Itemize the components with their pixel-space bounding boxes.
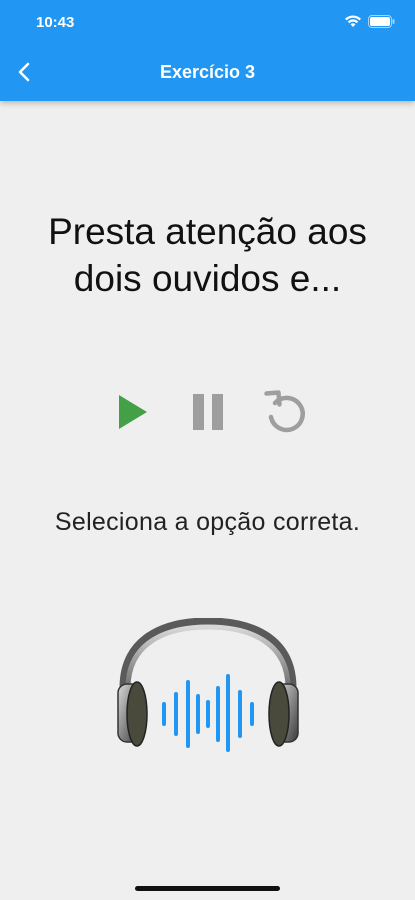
home-indicator[interactable]: [135, 886, 280, 891]
replay-button[interactable]: [262, 384, 312, 440]
sound-wave: [162, 674, 254, 752]
play-icon: [119, 395, 147, 429]
replay-icon: [264, 390, 305, 433]
page-title: Exercício 3: [159, 62, 256, 82]
status-icons: [344, 14, 395, 28]
pause-icon: [193, 394, 223, 430]
wifi-icon: [345, 15, 361, 27]
status-time: 10:43: [36, 14, 75, 31]
headphones-illustration: [117, 618, 299, 752]
exercise-prompt: Presta atenção aos dois ouvidos e...: [48, 211, 367, 299]
play-button[interactable]: [110, 384, 154, 440]
battery-icon: [368, 14, 395, 28]
pause-button[interactable]: [188, 384, 228, 440]
instruction-text: Seleciona a opção correta.: [54, 508, 361, 536]
app-bar: 10:43 Exercício 3: [0, 0, 415, 101]
audio-controls: [0, 384, 415, 440]
